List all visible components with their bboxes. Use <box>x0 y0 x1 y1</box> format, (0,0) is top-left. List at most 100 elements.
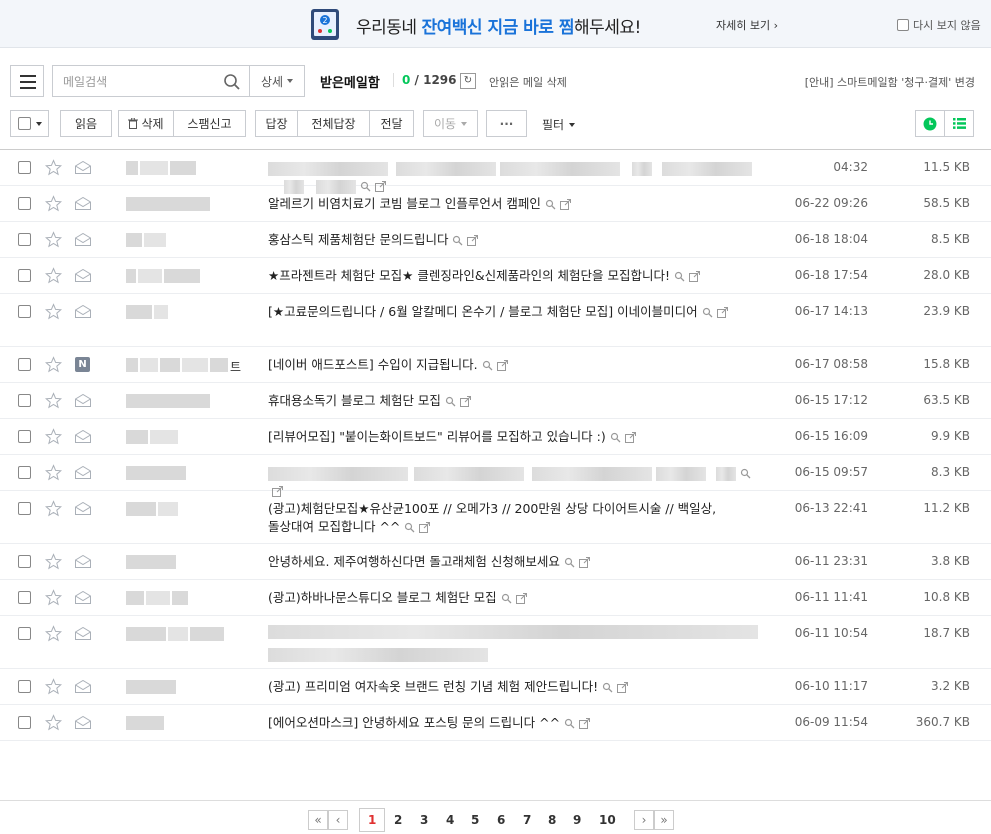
prev-page-button[interactable]: ‹ <box>328 810 348 830</box>
mail-subject[interactable]: [★고료문의드립니다 / 6월 알칼메디 온수기 / 블로그 체험단 모집] 이… <box>268 303 758 321</box>
mail-checkbox[interactable] <box>18 161 31 174</box>
sender-name-redacted[interactable] <box>126 627 224 641</box>
preview-icon[interactable] <box>445 396 456 407</box>
page-1[interactable]: 1 <box>368 813 376 827</box>
select-all-checkbox[interactable] <box>17 117 31 130</box>
star-icon[interactable] <box>45 500 62 517</box>
last-page-button[interactable]: » <box>654 810 674 830</box>
mail-subject[interactable]: [에어오션마스크] 안녕하세요 포스팅 문의 드립니다 ^^ <box>268 714 758 732</box>
page-4[interactable]: 4 <box>446 813 454 827</box>
sender-name-redacted[interactable] <box>126 197 210 211</box>
sender-name-redacted[interactable] <box>126 430 178 444</box>
mail-row[interactable]: ★프라젠트라 체험단 모집★ 클렌징라인&신제품라인의 체험단을 모집합니다! 0… <box>0 258 991 294</box>
envelope-open-icon[interactable] <box>75 627 91 640</box>
envelope-open-icon[interactable] <box>75 394 91 407</box>
mail-checkbox[interactable] <box>18 358 31 371</box>
page-10[interactable]: 10 <box>599 813 616 827</box>
banner-more-link[interactable]: 자세히 보기 › <box>716 17 778 33</box>
mail-checkbox[interactable] <box>18 627 31 640</box>
mail-checkbox[interactable] <box>18 305 31 318</box>
envelope-open-icon[interactable] <box>75 269 91 282</box>
preview-icon[interactable] <box>482 360 493 371</box>
envelope-open-icon[interactable] <box>75 430 91 443</box>
mail-checkbox[interactable] <box>18 466 31 479</box>
delete-unread-link[interactable]: 안읽은 메일 삭제 <box>489 74 567 90</box>
star-icon[interactable] <box>45 356 62 373</box>
sender-name-redacted[interactable] <box>126 305 168 319</box>
mail-row[interactable]: (광고) 프리미엄 여자속옷 브랜드 런칭 기념 체험 제안드립니다! 06-10… <box>0 669 991 705</box>
new-window-icon[interactable] <box>515 593 527 604</box>
envelope-open-icon[interactable] <box>75 502 91 515</box>
mail-subject[interactable]: ★프라젠트라 체험단 모집★ 클렌징라인&신제품라인의 체험단을 모집합니다! <box>268 267 758 285</box>
star-icon[interactable] <box>45 714 62 731</box>
mail-checkbox[interactable] <box>18 269 31 282</box>
envelope-open-icon[interactable] <box>75 555 91 568</box>
envelope-open-icon[interactable] <box>75 197 91 210</box>
select-all-dropdown[interactable] <box>10 110 49 137</box>
mail-subject[interactable]: [네이버 애드포스트] 수입이 지급됩니다. <box>268 356 758 374</box>
forward-button[interactable]: 전달 <box>370 110 414 137</box>
star-icon[interactable] <box>45 589 62 606</box>
new-window-icon[interactable] <box>559 199 571 210</box>
sender-name-redacted[interactable] <box>126 466 186 480</box>
new-window-icon[interactable] <box>459 396 471 407</box>
new-window-icon[interactable] <box>624 432 636 443</box>
filter-dropdown[interactable]: 필터 <box>542 116 576 133</box>
detail-search-button[interactable]: 상세 <box>250 65 305 97</box>
page-2[interactable]: 2 <box>394 813 402 827</box>
preview-icon[interactable] <box>564 718 575 729</box>
mail-row[interactable]: 안녕하세요. 제주여행하신다면 돌고래체험 신청해보세요 06-11 23:31 3… <box>0 544 991 580</box>
page-6[interactable]: 6 <box>497 813 505 827</box>
mail-checkbox[interactable] <box>18 591 31 604</box>
first-page-button[interactable]: « <box>308 810 328 830</box>
mail-checkbox[interactable] <box>18 394 31 407</box>
refresh-icon[interactable]: ↻ <box>460 73 476 89</box>
mail-subject[interactable]: 홍삼스틱 제품체험단 문의드립니다 <box>268 231 758 249</box>
mail-row[interactable]: N 트 [네이버 애드포스트] 수입이 지급됩니다. 06-17 08:58 15.8 … <box>0 347 991 383</box>
notice-link[interactable]: [안내] 스마트메일함 '청구·결제' 변경 <box>805 74 975 90</box>
envelope-open-icon[interactable] <box>75 233 91 246</box>
mail-row[interactable]: [★고료문의드립니다 / 6월 알칼메디 온수기 / 블로그 체험단 모집] 이… <box>0 294 991 347</box>
mail-row[interactable]: 알레르기 비염치료기 코빔 블로그 인플루언서 캠페인 06-22 09:26 58… <box>0 186 991 222</box>
next-page-button[interactable]: › <box>634 810 654 830</box>
mail-subject[interactable]: (광고) 프리미엄 여자속옷 브랜드 런칭 기념 체험 제안드립니다! <box>268 678 758 696</box>
reply-button[interactable]: 답장 <box>255 110 298 137</box>
envelope-open-icon[interactable] <box>75 716 91 729</box>
search-icon[interactable] <box>223 73 241 91</box>
time-view-button[interactable] <box>915 110 945 137</box>
mail-checkbox[interactable] <box>18 555 31 568</box>
preview-icon[interactable] <box>674 271 685 282</box>
envelope-open-icon[interactable] <box>75 305 91 318</box>
mail-subject[interactable]: 휴대용소독기 블로그 체험단 모집 <box>268 392 758 410</box>
preview-icon[interactable] <box>501 593 512 604</box>
star-icon[interactable] <box>45 464 62 481</box>
mail-row[interactable]: (광고)체험단모집★유산균100포 // 오메가3 // 200만원 상당 다이… <box>0 491 991 544</box>
mail-subject[interactable] <box>268 625 758 663</box>
search-input[interactable] <box>63 73 213 91</box>
move-dropdown[interactable]: 이동 <box>423 110 478 137</box>
sender-name-redacted[interactable] <box>126 394 210 408</box>
star-icon[interactable] <box>45 267 62 284</box>
mail-row[interactable]: 홍삼스틱 제품체험단 문의드립니다 06-18 18:04 8.5 KB <box>0 222 991 258</box>
mail-row[interactable]: [에어오션마스크] 안녕하세요 포스팅 문의 드립니다 ^^ 06-09 11:5… <box>0 705 991 741</box>
banner-message[interactable]: 우리동네 잔여백신 지금 바로 찜해두세요! <box>356 13 641 38</box>
star-icon[interactable] <box>45 428 62 445</box>
star-icon[interactable] <box>45 195 62 212</box>
sender-name-redacted[interactable] <box>126 269 200 283</box>
new-window-icon[interactable] <box>617 682 629 693</box>
mail-subject[interactable]: (광고)하바나문스튜디오 블로그 체험단 모집 <box>268 589 758 607</box>
preview-icon[interactable] <box>610 432 621 443</box>
sender-name-redacted[interactable] <box>126 716 164 730</box>
new-window-icon[interactable] <box>579 718 591 729</box>
star-icon[interactable] <box>45 303 62 320</box>
sender-name-redacted[interactable] <box>126 502 178 516</box>
spam-report-button[interactable]: 스팸신고 <box>174 110 246 137</box>
mail-subject[interactable]: [리뷰어모집] "붙이는화이트보드" 리뷰어를 모집하고 있습니다 :) <box>268 428 758 446</box>
preview-icon[interactable] <box>452 235 463 246</box>
more-options-button[interactable]: ··· <box>486 110 527 137</box>
sender-name-redacted[interactable] <box>126 680 176 694</box>
naver-badge-icon[interactable]: N <box>75 357 90 372</box>
mail-row[interactable]: [리뷰어모집] "붙이는화이트보드" 리뷰어를 모집하고 있습니다 :) 06-1… <box>0 419 991 455</box>
star-icon[interactable] <box>45 231 62 248</box>
envelope-open-icon[interactable] <box>75 466 91 479</box>
